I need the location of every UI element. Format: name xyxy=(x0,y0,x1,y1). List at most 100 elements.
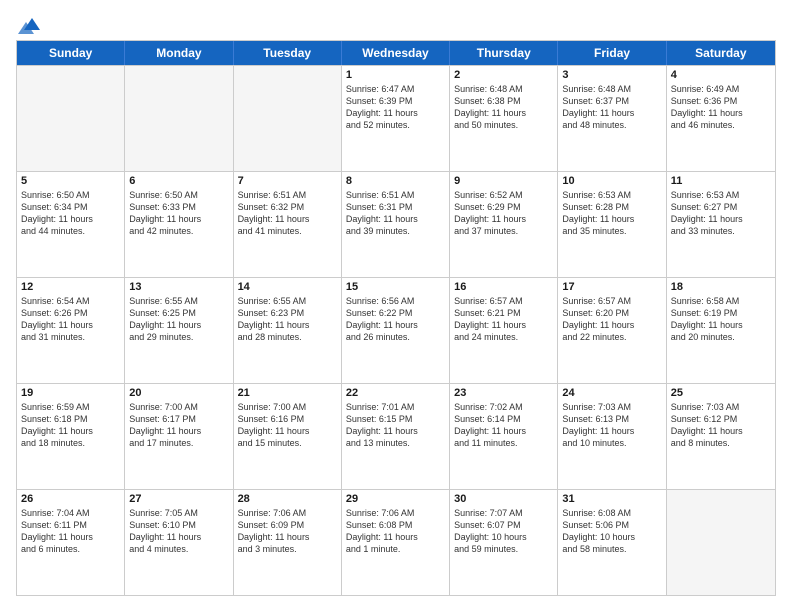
cell-info: Sunrise: 6:49 AM Sunset: 6:36 PM Dayligh… xyxy=(671,83,771,132)
calendar-cell-4-4: 30Sunrise: 7:07 AM Sunset: 6:07 PM Dayli… xyxy=(450,490,558,595)
calendar-cell-1-6: 11 Sunrise: 6:53 AM Sunset: 6:27 PM Dayli… xyxy=(667,172,775,277)
cell-info: Sunrise: 7:04 AM Sunset: 6:11 PM Dayligh… xyxy=(21,507,120,556)
day-number: 7 xyxy=(238,175,337,187)
day-number: 21 xyxy=(238,387,337,399)
cell-info: Sunrise: 7:06 AM Sunset: 6:08 PM Dayligh… xyxy=(346,507,445,556)
calendar-cell-4-6 xyxy=(667,490,775,595)
calendar-cell-1-3: 8 Sunrise: 6:51 AM Sunset: 6:31 PM Daylig… xyxy=(342,172,450,277)
day-number: 30 xyxy=(454,493,553,505)
calendar-cell-1-1: 6 Sunrise: 6:50 AM Sunset: 6:33 PM Daylig… xyxy=(125,172,233,277)
cell-info: Sunrise: 6:56 AM Sunset: 6:22 PM Dayligh… xyxy=(346,295,445,344)
day-number: 11 xyxy=(671,175,771,187)
cell-info: Sunrise: 6:52 AM Sunset: 6:29 PM Dayligh… xyxy=(454,189,553,238)
calendar-cell-3-6: 25 Sunrise: 7:03 AM Sunset: 6:12 PM Dayli… xyxy=(667,384,775,489)
day-number: 9 xyxy=(454,175,553,187)
weekday-header-wednesday: Wednesday xyxy=(342,41,450,65)
calendar-cell-4-2: 28Sunrise: 7:06 AM Sunset: 6:09 PM Dayli… xyxy=(234,490,342,595)
cell-info: Sunrise: 6:51 AM Sunset: 6:31 PM Dayligh… xyxy=(346,189,445,238)
cell-info: Sunrise: 6:58 AM Sunset: 6:19 PM Dayligh… xyxy=(671,295,771,344)
day-number: 5 xyxy=(21,175,120,187)
calendar: SundayMondayTuesdayWednesdayThursdayFrid… xyxy=(16,40,776,596)
calendar-cell-2-0: 12 Sunrise: 6:54 AM Sunset: 6:26 PM Dayli… xyxy=(17,278,125,383)
cell-info: Sunrise: 7:06 AM Sunset: 6:09 PM Dayligh… xyxy=(238,507,337,556)
logo-icon xyxy=(18,16,40,34)
logo xyxy=(16,16,40,30)
day-number: 13 xyxy=(129,281,228,293)
cell-info: Sunrise: 6:55 AM Sunset: 6:23 PM Dayligh… xyxy=(238,295,337,344)
calendar-cell-4-0: 26 Sunrise: 7:04 AM Sunset: 6:11 PM Dayli… xyxy=(17,490,125,595)
day-number: 25 xyxy=(671,387,771,399)
cell-info: Sunrise: 6:48 AM Sunset: 6:37 PM Dayligh… xyxy=(562,83,661,132)
cell-info: Sunrise: 6:50 AM Sunset: 6:34 PM Dayligh… xyxy=(21,189,120,238)
calendar-cell-3-4: 23Sunrise: 7:02 AM Sunset: 6:14 PM Dayli… xyxy=(450,384,558,489)
calendar-cell-2-6: 18 Sunrise: 6:58 AM Sunset: 6:19 PM Dayli… xyxy=(667,278,775,383)
calendar-cell-0-5: 3 Sunrise: 6:48 AM Sunset: 6:37 PM Daylig… xyxy=(558,66,666,171)
calendar-cell-4-5: 31Sunrise: 6:08 AM Sunset: 5:06 PM Dayli… xyxy=(558,490,666,595)
calendar-cell-4-3: 29 Sunrise: 7:06 AM Sunset: 6:08 PM Dayli… xyxy=(342,490,450,595)
calendar-cell-2-4: 16Sunrise: 6:57 AM Sunset: 6:21 PM Dayli… xyxy=(450,278,558,383)
day-number: 26 xyxy=(21,493,120,505)
calendar-cell-3-2: 21 Sunrise: 7:00 AM Sunset: 6:16 PM Dayli… xyxy=(234,384,342,489)
weekday-header-friday: Friday xyxy=(558,41,666,65)
cell-info: Sunrise: 6:57 AM Sunset: 6:20 PM Dayligh… xyxy=(562,295,661,344)
day-number: 3 xyxy=(562,69,661,81)
cell-info: Sunrise: 6:53 AM Sunset: 6:27 PM Dayligh… xyxy=(671,189,771,238)
cell-info: Sunrise: 6:47 AM Sunset: 6:39 PM Dayligh… xyxy=(346,83,445,132)
day-number: 15 xyxy=(346,281,445,293)
day-number: 17 xyxy=(562,281,661,293)
day-number: 14 xyxy=(238,281,337,293)
calendar-cell-2-3: 15 Sunrise: 6:56 AM Sunset: 6:22 PM Dayli… xyxy=(342,278,450,383)
calendar-header: SundayMondayTuesdayWednesdayThursdayFrid… xyxy=(17,41,775,65)
day-number: 29 xyxy=(346,493,445,505)
day-number: 24 xyxy=(562,387,661,399)
day-number: 4 xyxy=(671,69,771,81)
day-number: 18 xyxy=(671,281,771,293)
calendar-cell-1-0: 5 Sunrise: 6:50 AM Sunset: 6:34 PM Daylig… xyxy=(17,172,125,277)
cell-info: Sunrise: 7:03 AM Sunset: 6:12 PM Dayligh… xyxy=(671,401,771,450)
day-number: 27 xyxy=(129,493,228,505)
calendar-cell-2-2: 14 Sunrise: 6:55 AM Sunset: 6:23 PM Dayli… xyxy=(234,278,342,383)
weekday-header-saturday: Saturday xyxy=(667,41,775,65)
cell-info: Sunrise: 6:48 AM Sunset: 6:38 PM Dayligh… xyxy=(454,83,553,132)
calendar-cell-2-1: 13 Sunrise: 6:55 AM Sunset: 6:25 PM Dayli… xyxy=(125,278,233,383)
cell-info: Sunrise: 6:59 AM Sunset: 6:18 PM Dayligh… xyxy=(21,401,120,450)
weekday-header-monday: Monday xyxy=(125,41,233,65)
header xyxy=(16,16,776,30)
calendar-cell-0-3: 1 Sunrise: 6:47 AM Sunset: 6:39 PM Daylig… xyxy=(342,66,450,171)
day-number: 8 xyxy=(346,175,445,187)
calendar-cell-1-5: 10Sunrise: 6:53 AM Sunset: 6:28 PM Dayli… xyxy=(558,172,666,277)
day-number: 20 xyxy=(129,387,228,399)
calendar-cell-3-1: 20 Sunrise: 7:00 AM Sunset: 6:17 PM Dayli… xyxy=(125,384,233,489)
cell-info: Sunrise: 7:00 AM Sunset: 6:16 PM Dayligh… xyxy=(238,401,337,450)
weekday-header-thursday: Thursday xyxy=(450,41,558,65)
cell-info: Sunrise: 6:51 AM Sunset: 6:32 PM Dayligh… xyxy=(238,189,337,238)
cell-info: Sunrise: 7:02 AM Sunset: 6:14 PM Dayligh… xyxy=(454,401,553,450)
day-number: 1 xyxy=(346,69,445,81)
calendar-row-3: 19 Sunrise: 6:59 AM Sunset: 6:18 PM Dayli… xyxy=(17,383,775,489)
calendar-row-1: 5 Sunrise: 6:50 AM Sunset: 6:34 PM Daylig… xyxy=(17,171,775,277)
calendar-cell-3-5: 24Sunrise: 7:03 AM Sunset: 6:13 PM Dayli… xyxy=(558,384,666,489)
day-number: 22 xyxy=(346,387,445,399)
calendar-cell-0-2 xyxy=(234,66,342,171)
calendar-cell-0-1 xyxy=(125,66,233,171)
day-number: 6 xyxy=(129,175,228,187)
cell-info: Sunrise: 6:55 AM Sunset: 6:25 PM Dayligh… xyxy=(129,295,228,344)
calendar-cell-3-3: 22 Sunrise: 7:01 AM Sunset: 6:15 PM Dayli… xyxy=(342,384,450,489)
cell-info: Sunrise: 6:54 AM Sunset: 6:26 PM Dayligh… xyxy=(21,295,120,344)
day-number: 12 xyxy=(21,281,120,293)
calendar-cell-3-0: 19 Sunrise: 6:59 AM Sunset: 6:18 PM Dayli… xyxy=(17,384,125,489)
calendar-row-0: 1 Sunrise: 6:47 AM Sunset: 6:39 PM Daylig… xyxy=(17,65,775,171)
calendar-cell-1-2: 7 Sunrise: 6:51 AM Sunset: 6:32 PM Daylig… xyxy=(234,172,342,277)
cell-info: Sunrise: 7:00 AM Sunset: 6:17 PM Dayligh… xyxy=(129,401,228,450)
calendar-row-4: 26 Sunrise: 7:04 AM Sunset: 6:11 PM Dayli… xyxy=(17,489,775,595)
cell-info: Sunrise: 6:50 AM Sunset: 6:33 PM Dayligh… xyxy=(129,189,228,238)
calendar-cell-0-6: 4 Sunrise: 6:49 AM Sunset: 6:36 PM Daylig… xyxy=(667,66,775,171)
weekday-header-sunday: Sunday xyxy=(17,41,125,65)
cell-info: Sunrise: 6:53 AM Sunset: 6:28 PM Dayligh… xyxy=(562,189,661,238)
calendar-cell-4-1: 27Sunrise: 7:05 AM Sunset: 6:10 PM Dayli… xyxy=(125,490,233,595)
calendar-body: 1 Sunrise: 6:47 AM Sunset: 6:39 PM Daylig… xyxy=(17,65,775,595)
day-number: 19 xyxy=(21,387,120,399)
calendar-cell-1-4: 9 Sunrise: 6:52 AM Sunset: 6:29 PM Daylig… xyxy=(450,172,558,277)
cell-info: Sunrise: 7:01 AM Sunset: 6:15 PM Dayligh… xyxy=(346,401,445,450)
page: SundayMondayTuesdayWednesdayThursdayFrid… xyxy=(0,0,792,612)
